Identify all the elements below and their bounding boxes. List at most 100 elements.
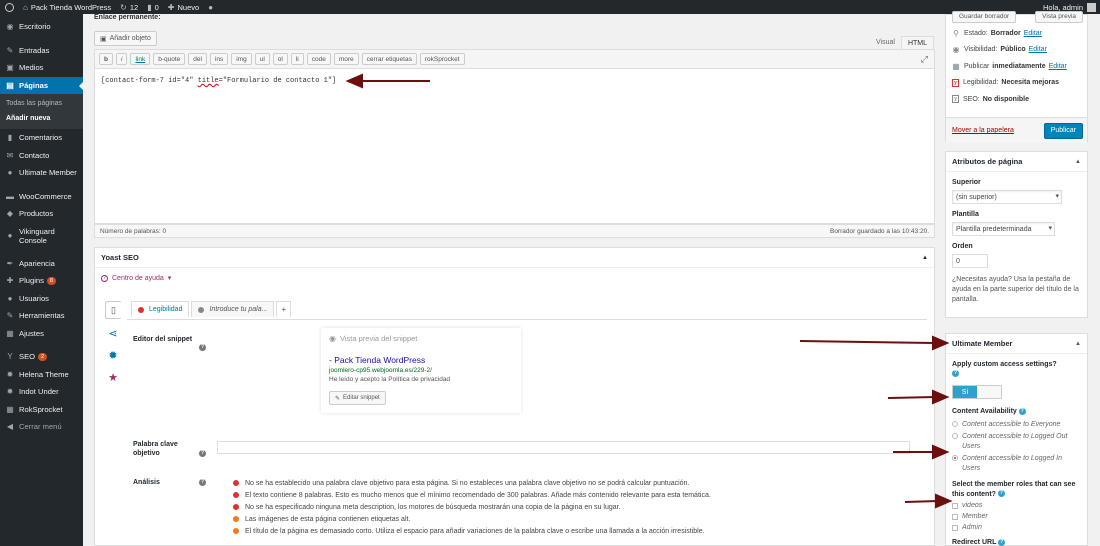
menu-roksprocket[interactable]: ▦ RokSprocket: [0, 401, 83, 419]
edit-snippet-button[interactable]: ✎ Editar snippet: [329, 391, 386, 405]
focus-keyword-label: Palabra clave objetivo: [133, 441, 178, 457]
qt-close-tags-button[interactable]: cerrar etiquetas: [361, 53, 417, 65]
pin-icon: ⚲: [953, 28, 959, 38]
parent-select[interactable]: (sin superior): [952, 190, 1062, 204]
publish-button[interactable]: Publicar: [1043, 122, 1083, 139]
site-name-link[interactable]: ⌂ Pack Tienda WordPress: [23, 3, 111, 12]
edit-visibility-link[interactable]: Editar: [1029, 46, 1047, 53]
template-select[interactable]: Plantilla predeterminada: [952, 222, 1055, 236]
wordpress-logo-icon[interactable]: [5, 2, 14, 12]
menu-plugins[interactable]: ✚ Plugins 8: [0, 272, 83, 290]
menu-medios[interactable]: ▣ Medios: [0, 59, 83, 77]
help-icon[interactable]: ?: [998, 538, 1006, 546]
availability-everyone-radio[interactable]: Content accessible to Everyone: [952, 420, 1081, 430]
share-icon[interactable]: ⋖: [105, 322, 121, 344]
gear-icon[interactable]: ✹: [105, 344, 121, 366]
toggle-icon[interactable]: ▲: [922, 255, 928, 261]
role-member-checkbox[interactable]: Member: [952, 512, 1081, 521]
menu-comentarios[interactable]: ▮ Comentarios: [0, 129, 83, 147]
help-icon[interactable]: ?: [199, 344, 206, 351]
role-admin-checkbox[interactable]: Admin: [952, 523, 1081, 532]
collapse-menu[interactable]: ◀ Cerrar menú: [0, 418, 83, 436]
help-icon[interactable]: ?: [199, 450, 206, 457]
page-attributes-box: Atributos de página ▲ Superior (sin super…: [945, 151, 1088, 318]
fullscreen-icon[interactable]: ⤢: [921, 54, 928, 65]
menu-productos[interactable]: ◆ Productos: [0, 205, 83, 223]
qt-ul-button[interactable]: ul: [254, 53, 270, 65]
menu-vikinguard[interactable]: ● Vikinguard Console: [0, 223, 83, 249]
role-videos-checkbox[interactable]: videos: [952, 501, 1081, 510]
content-tab-icon[interactable]: ▯: [105, 301, 121, 319]
pencil-icon: ✎: [335, 395, 341, 402]
qt-li-button[interactable]: li: [290, 53, 304, 65]
menu-entradas[interactable]: ✎ Entradas: [0, 42, 83, 60]
menu-escritorio[interactable]: ◉ Escritorio: [0, 18, 83, 36]
help-icon[interactable]: ?: [952, 370, 959, 378]
plugin-icon: ✚: [6, 276, 14, 286]
updates-link[interactable]: ↻ 12: [120, 3, 138, 12]
content-textarea[interactable]: [contact-form-7 id="4" title="Formulario…: [94, 69, 935, 224]
tab-readability[interactable]: Legibilidad: [131, 301, 190, 317]
help-icon[interactable]: ?: [1018, 407, 1026, 415]
snippet-title[interactable]: - Pack Tienda WordPress: [329, 355, 513, 365]
eye-icon: ◉: [329, 334, 336, 343]
availability-logged-in-radio[interactable]: Content accessible to Logged In Users: [952, 454, 1081, 473]
qt-del-button[interactable]: del: [188, 53, 207, 65]
submenu-all-pages[interactable]: Todas las páginas: [0, 96, 83, 111]
menu-indot-under[interactable]: ✹ Indot Under: [0, 383, 83, 401]
qt-more-button[interactable]: more: [333, 53, 359, 65]
tab-html[interactable]: HTML: [900, 36, 934, 50]
comments-icon: ▮: [7, 133, 13, 143]
menu-ultimate-member[interactable]: ● Ultimate Member: [0, 164, 83, 182]
menu-ajustes[interactable]: ▦ Ajustes: [0, 325, 83, 343]
qt-roksprocket-button[interactable]: rokSprocket: [419, 53, 465, 65]
member-roles-label: Select the member roles that can see thi…: [952, 481, 1076, 498]
comments-link[interactable]: ▮ 0: [147, 3, 159, 12]
star-icon[interactable]: ★: [105, 366, 121, 388]
menu-usuarios[interactable]: ● Usuarios: [0, 290, 83, 308]
availability-logged-out-radio[interactable]: Content accessible to Logged Out Users: [952, 432, 1081, 451]
help-icon[interactable]: ?: [199, 479, 206, 486]
menu-helena-theme[interactable]: ✹ Helena Theme: [0, 366, 83, 384]
yoast-header[interactable]: Yoast SEO ▲: [95, 248, 934, 268]
qt-bold-button[interactable]: b: [99, 53, 113, 65]
menu-herramientas[interactable]: ✎ Herramientas: [0, 307, 83, 325]
help-icon[interactable]: ?: [997, 490, 1005, 498]
submenu-add-new[interactable]: Añadir nueva: [0, 111, 83, 126]
qt-ol-button[interactable]: ol: [272, 53, 288, 65]
add-media-button[interactable]: ▣ Añadir objeto: [94, 31, 157, 46]
page-attributes-header[interactable]: Atributos de página ▲: [946, 152, 1087, 172]
preview-button[interactable]: Vista previa: [1035, 11, 1083, 23]
toggle-icon[interactable]: ▲: [1075, 159, 1081, 165]
tab-keyword[interactable]: Introduce tu pala...: [191, 301, 275, 317]
focus-keyword-input[interactable]: [217, 441, 910, 454]
menu-apariencia[interactable]: ✒ Apariencia: [0, 255, 83, 273]
quicktags-toolbar: b i link b-quote del ins img ul ol li co…: [94, 49, 935, 69]
edit-status-link[interactable]: Editar: [1024, 30, 1042, 37]
custom-access-toggle[interactable]: Sí: [952, 385, 1002, 399]
qt-img-button[interactable]: img: [231, 53, 252, 65]
qt-italic-button[interactable]: i: [115, 53, 128, 65]
menu-contacto[interactable]: ✉ Contacto: [0, 147, 83, 165]
qt-bquote-button[interactable]: b-quote: [153, 53, 186, 65]
new-content-link[interactable]: ✚ Nuevo: [168, 3, 199, 12]
toggle-icon[interactable]: ▲: [1075, 341, 1081, 347]
add-keyword-tab-button[interactable]: +: [276, 301, 292, 317]
edit-schedule-link[interactable]: Editar: [1049, 63, 1067, 70]
analysis-item: El título de la página es demasiado cort…: [233, 525, 711, 537]
move-to-trash-link[interactable]: Mover a la papelera: [952, 127, 1014, 134]
help-center-toggle[interactable]: ? Centro de ayuda ▾: [101, 274, 171, 282]
status-dot: [233, 528, 239, 534]
save-draft-button[interactable]: Guardar borrador: [952, 11, 1017, 23]
menu-seo[interactable]: Y SEO 2: [0, 348, 83, 366]
order-input[interactable]: 0: [952, 254, 988, 268]
qt-code-button[interactable]: code: [306, 53, 331, 65]
ultimate-member-header[interactable]: Ultimate Member ▲: [946, 334, 1087, 354]
menu-paginas[interactable]: ▤ Páginas: [0, 76, 83, 94]
qt-link-button[interactable]: link: [130, 53, 151, 65]
tab-visual[interactable]: Visual: [870, 36, 901, 50]
qt-ins-button[interactable]: ins: [209, 53, 229, 65]
yoast-adminbar-icon[interactable]: ●: [208, 3, 216, 12]
analysis-item: Las imágenes de esta página contienen et…: [233, 513, 711, 525]
menu-woocommerce[interactable]: ▬ WooCommerce: [0, 188, 83, 206]
